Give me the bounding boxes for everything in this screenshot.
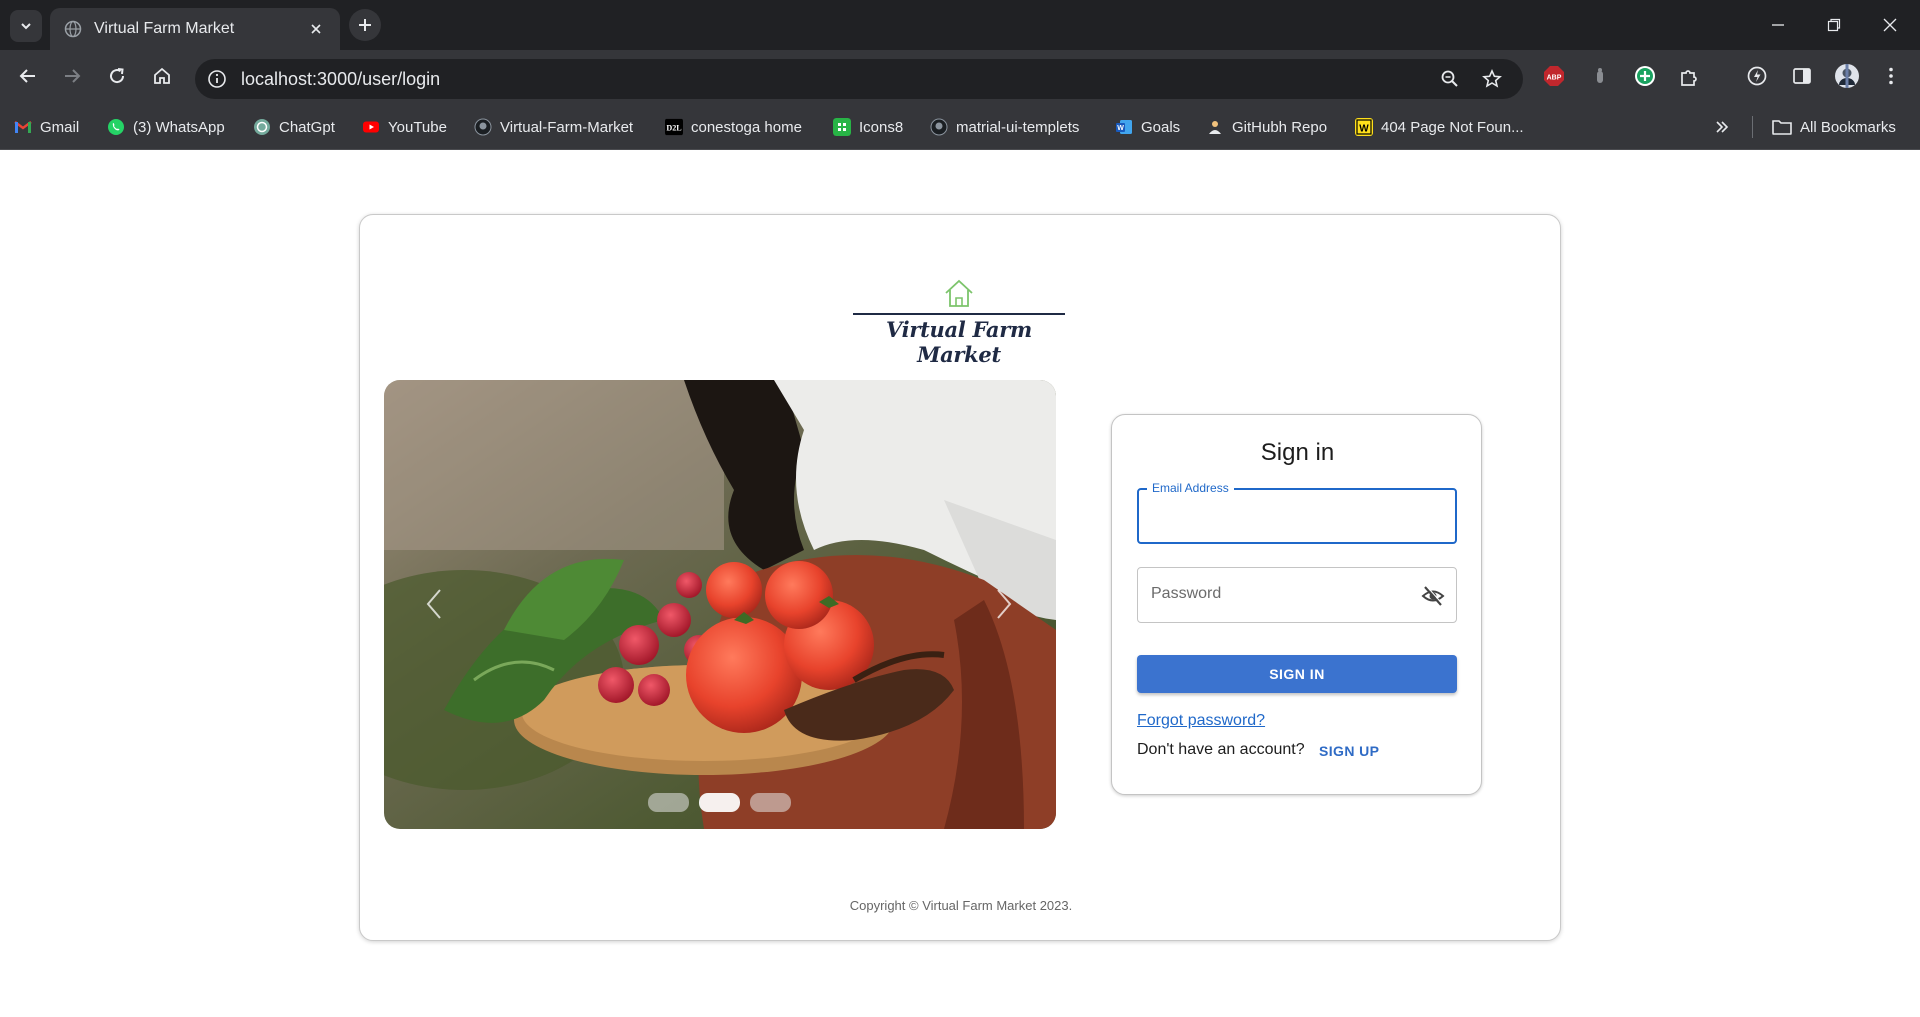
logo-underline [853,313,1065,315]
bookmark-whatsapp[interactable]: (3) WhatsApp [107,116,225,138]
forward-button[interactable] [56,60,88,92]
more-bookmarks-button[interactable] [1714,116,1730,138]
email-label: Email Address [1147,481,1234,495]
bookmark-chatgpt[interactable]: ChatGpt [253,116,335,138]
w-icon: W [1355,118,1373,136]
carousel-dot[interactable] [750,793,791,812]
carousel-next-button[interactable] [984,584,1024,624]
chevron-left-icon [426,589,441,619]
brand-logo[interactable]: Virtual Farm Market [853,277,1065,367]
svg-text:W: W [1359,124,1369,135]
browser-toolbar: localhost:3000/user/login ABP [0,50,1920,102]
close-tab-icon[interactable] [306,19,326,39]
bookmark-youtube[interactable]: YouTube [362,116,447,138]
password-field[interactable]: Password [1137,567,1457,623]
youtube-icon [363,121,379,133]
person-icon [1209,121,1221,134]
active-tab[interactable]: Virtual Farm Market [50,8,340,50]
profile-avatar-icon[interactable] [1834,63,1860,89]
tab-strip: Virtual Farm Market [0,0,1920,50]
reload-button[interactable] [101,60,133,92]
site-info-icon[interactable] [205,67,229,91]
bookmark-matrial-ui-templets[interactable]: matrial-ui-templets [930,116,1079,138]
carousel-dot-active[interactable] [699,793,740,812]
bookmark-conestoga-home[interactable]: D2L conestoga home [665,116,802,138]
copyright-text: Copyright © Virtual Farm Market 2023. [849,898,1073,913]
extensions-puzzle-icon[interactable] [1677,63,1703,89]
performance-icon[interactable] [1744,63,1770,89]
tab-search-button[interactable] [10,10,42,42]
double-chevron-right-icon [1716,121,1729,133]
bookmark-icons8[interactable]: Icons8 [833,116,903,138]
menu-kebab-icon[interactable] [1878,63,1904,89]
svg-text:W: W [1117,125,1124,132]
forgot-password-link[interactable]: Forgot password? [1137,712,1265,730]
carousel-indicators [648,793,791,812]
visibility-off-icon[interactable] [1420,583,1446,609]
password-placeholder: Password [1151,585,1222,602]
arrow-left-icon [19,69,35,83]
chatgpt-icon [254,119,270,135]
bookmark-gmail[interactable]: Gmail [14,116,79,138]
signin-button[interactable]: SIGN IN [1137,655,1457,693]
svg-text:D2L: D2L [666,124,682,133]
bookmarks-divider [1752,116,1753,138]
bookmark-github-repo[interactable]: GitHubh Repo [1206,116,1327,138]
signup-link[interactable]: SIGN UP [1319,743,1379,759]
adblock-extension-icon[interactable]: ABP [1541,63,1567,89]
carousel-prev-button[interactable] [414,584,454,624]
new-tab-button[interactable] [349,9,381,41]
email-field[interactable]: Email Address [1137,481,1457,544]
image-carousel [384,380,1056,829]
url-text: localhost:3000/user/login [241,69,441,89]
add-extension-icon[interactable] [1632,63,1658,89]
word-icon: W [1116,120,1132,134]
gmail-icon [14,121,32,133]
back-button[interactable] [12,60,44,92]
zoom-icon[interactable] [1438,67,1462,91]
close-window-button[interactable] [1862,0,1918,50]
restore-icon [1827,18,1841,32]
carousel-photo-vegetables [384,380,1056,829]
home-button[interactable] [146,60,178,92]
restore-button[interactable] [1806,0,1862,50]
reload-icon [110,68,125,84]
house-logo-icon [945,279,973,307]
signin-title: Sign in [1260,439,1335,466]
chevron-right-icon [997,589,1012,619]
github-icon [474,118,492,136]
minimize-button[interactable] [1750,0,1806,50]
extension-dot-icon[interactable] [1587,63,1613,89]
d2l-icon: D2L [665,118,683,136]
minimize-icon [1772,24,1784,26]
address-bar[interactable]: localhost:3000/user/login [195,59,1523,99]
svg-text:ABP: ABP [1547,75,1562,82]
whatsapp-icon [108,119,124,135]
bookmark-404-page[interactable]: W 404 Page Not Foun... [1355,116,1524,138]
icons8-icon [833,118,851,136]
tab-title: Virtual Farm Market [94,20,235,37]
github-icon [930,118,948,136]
chevron-down-icon [21,23,31,30]
login-card: Virtual Farm Market Sign in Email Addres… [359,214,1561,941]
carousel-dot[interactable] [648,793,689,812]
side-panel-icon[interactable] [1789,63,1815,89]
home-icon [154,67,170,84]
signin-form: Sign in Email Address Password SIGN IN F… [1111,414,1482,795]
plus-icon [359,19,371,31]
page-body: Virtual Farm Market Sign in Email Addres… [0,151,1920,1017]
close-icon [1883,18,1897,32]
all-bookmarks-button[interactable]: All Bookmarks [1772,116,1896,138]
brand-name: Virtual Farm Market [886,317,1032,367]
folder-icon [1772,120,1792,135]
arrow-right-icon [65,69,81,83]
star-icon[interactable] [1480,67,1504,91]
globe-icon [64,20,82,38]
bookmark-virtual-farm-market[interactable]: Virtual-Farm-Market [474,116,633,138]
no-account-text: Don't have an account? [1137,741,1305,758]
bookmarks-bar: Gmail (3) WhatsApp ChatGpt YouTube Virtu… [0,102,1920,150]
bookmark-goals[interactable]: W Goals [1115,116,1180,138]
